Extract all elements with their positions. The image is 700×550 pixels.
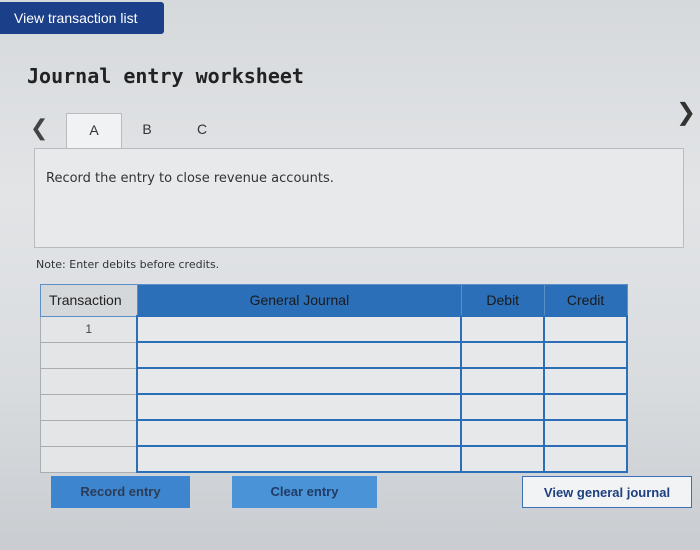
table-header-row: Transaction General Journal Debit Credit — [40, 284, 628, 317]
transaction-cell — [40, 367, 138, 395]
transaction-cell — [40, 393, 138, 421]
table-row: 1 — [40, 315, 628, 343]
account-select[interactable] — [136, 367, 463, 395]
transaction-cell — [40, 341, 138, 369]
table-row — [40, 367, 628, 395]
account-select[interactable] — [136, 419, 463, 447]
debit-input[interactable] — [460, 393, 546, 421]
prompt-text: Record the entry to close revenue accoun… — [46, 171, 334, 186]
credit-input[interactable] — [543, 445, 628, 473]
debit-input[interactable] — [460, 419, 546, 447]
journal-entry-grid: Transaction General Journal Debit Credit… — [40, 284, 628, 473]
credit-input[interactable] — [543, 393, 628, 421]
debit-input[interactable] — [460, 315, 546, 343]
account-select[interactable] — [136, 445, 463, 473]
account-select[interactable] — [136, 393, 463, 421]
worksheet-title: Journal entry worksheet — [27, 64, 304, 88]
transaction-cell — [40, 445, 138, 473]
column-header-credit: Credit — [543, 284, 628, 317]
debit-input[interactable] — [460, 367, 546, 395]
record-entry-button[interactable]: Record entry — [51, 476, 190, 508]
table-row — [40, 445, 628, 473]
table-row — [40, 341, 628, 369]
account-select[interactable] — [136, 341, 463, 369]
transaction-cell: 1 — [40, 315, 138, 343]
debit-credit-note: Note: Enter debits before credits. — [36, 258, 220, 271]
transaction-cell — [40, 419, 138, 447]
column-header-debit: Debit — [460, 284, 545, 317]
column-header-transaction: Transaction — [40, 284, 138, 317]
debit-input[interactable] — [460, 445, 546, 473]
credit-input[interactable] — [543, 341, 628, 369]
tab-b[interactable]: B — [137, 113, 157, 153]
account-select[interactable] — [136, 315, 463, 343]
chevron-left-icon[interactable]: ❮ — [30, 118, 48, 140]
table-row — [40, 393, 628, 421]
credit-input[interactable] — [543, 419, 628, 447]
tab-c[interactable]: C — [192, 113, 212, 153]
clear-entry-button[interactable]: Clear entry — [232, 476, 377, 508]
table-row — [40, 419, 628, 447]
view-general-journal-button[interactable]: View general journal — [522, 476, 692, 508]
prompt-box — [34, 148, 684, 248]
chevron-right-icon[interactable]: ❯ — [676, 100, 696, 124]
debit-input[interactable] — [460, 341, 546, 369]
credit-input[interactable] — [543, 315, 628, 343]
credit-input[interactable] — [543, 367, 628, 395]
view-transaction-list-button[interactable]: View transaction list — [0, 2, 164, 34]
column-header-general-journal: General Journal — [136, 284, 462, 317]
screen: View transaction list Journal entry work… — [0, 0, 700, 550]
